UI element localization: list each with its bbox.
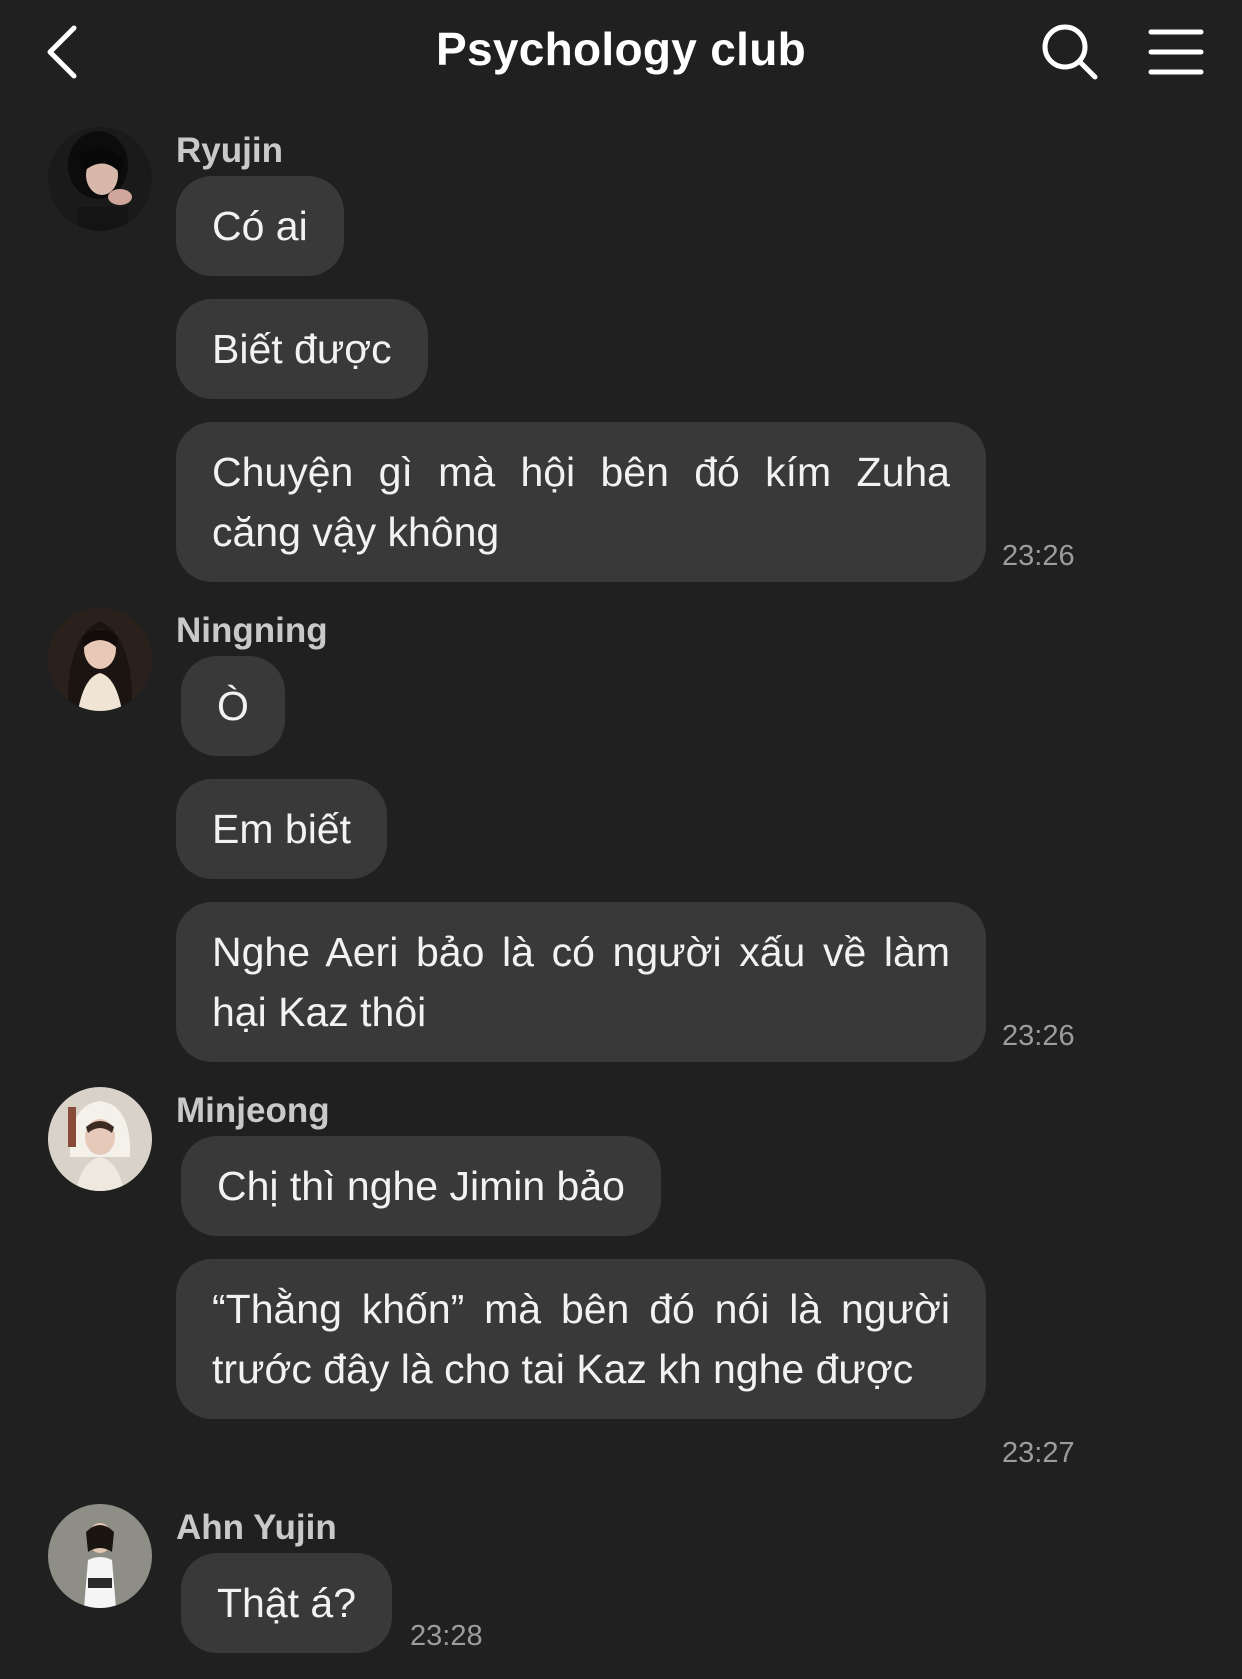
sender-name: Ningning	[176, 611, 328, 650]
message-bubble[interactable]: Thật á?	[181, 1553, 393, 1653]
message-bubble[interactable]: Chuyện gì mà hội bên đó kím Zuha căng vậ…	[176, 422, 986, 582]
search-icon	[1042, 24, 1098, 80]
sender-name: Ahn Yujin	[176, 1508, 337, 1547]
message-bubble[interactable]: Em biết	[176, 779, 387, 879]
sender-name: Ryujin	[176, 131, 283, 170]
message-bubble[interactable]: Có ai	[176, 176, 344, 276]
message-bubble[interactable]: Chị thì nghe Jimin bảo	[181, 1136, 661, 1236]
timestamp: 23:27	[1002, 1437, 1075, 1469]
timestamp: 23:26	[1002, 540, 1075, 572]
hamburger-menu-icon	[1148, 29, 1204, 75]
avatar[interactable]	[48, 607, 152, 711]
message-bubble[interactable]: Biết được	[176, 299, 428, 399]
avatar[interactable]	[48, 1087, 152, 1191]
message-bubble[interactable]: Nghe Aeri bảo là có người xấu về làm hại…	[176, 902, 986, 1062]
avatar[interactable]	[48, 127, 152, 231]
top-bar: Psychology club	[0, 0, 1242, 104]
message-bubble[interactable]: Ò	[181, 656, 285, 756]
timestamp: 23:26	[1002, 1020, 1075, 1052]
menu-button[interactable]	[1148, 26, 1204, 78]
message-bubble[interactable]: “Thằng khốn” mà bên đó nói là người trướ…	[176, 1259, 986, 1419]
search-button[interactable]	[1040, 22, 1100, 82]
avatar[interactable]	[48, 1504, 152, 1608]
sender-name: Minjeong	[176, 1091, 330, 1130]
timestamp: 23:28	[410, 1620, 483, 1652]
